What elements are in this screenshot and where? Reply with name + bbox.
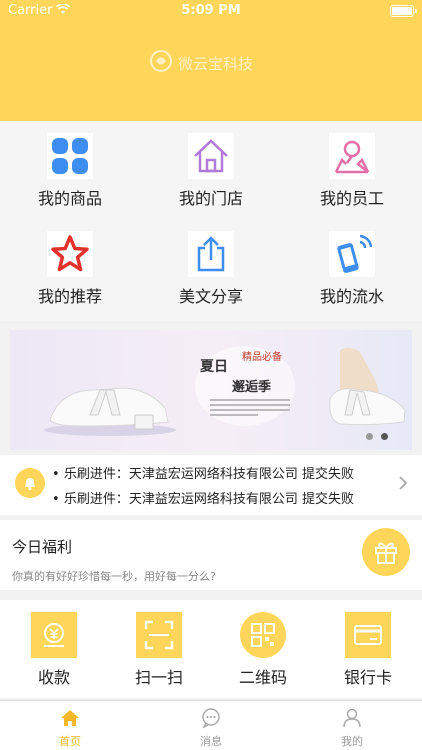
header: 微云宝科技 [0, 22, 422, 121]
tab-home[interactable]: 首页 [0, 707, 140, 749]
quick-action-scan[interactable]: 扫一扫 [107, 612, 211, 688]
quick-action-label: 收款 [37, 668, 70, 687]
quick-action-label: 二维码 [238, 668, 287, 687]
news-item[interactable]: • 乐刷进件：天津益宏运网络科技有限公司 提交失败 [52, 463, 372, 482]
tab-profile[interactable]: 我的 [282, 707, 422, 749]
quick-actions: 收款 扫一扫 二维码 银行卡 [0, 600, 422, 698]
brand-name: 微云宝科技 [178, 54, 254, 73]
promo-banner[interactable]: 夏日 精品必备 邂逅季 [10, 330, 412, 450]
message-icon [141, 707, 281, 729]
share-icon [188, 231, 234, 277]
grid-item-label: 我的商品 [37, 189, 102, 208]
home-icon [188, 133, 234, 179]
pager-dot-active[interactable] [381, 433, 388, 440]
grid-item-label: 美文分享 [178, 287, 243, 306]
bell-icon [15, 468, 45, 498]
banner-title: 夏日 [200, 359, 228, 375]
tab-label: 我的 [341, 735, 363, 748]
tab-messages[interactable]: 消息 [141, 707, 281, 749]
pager-dot[interactable] [366, 433, 373, 440]
grid-item-recommend[interactable]: 我的推荐 [0, 219, 140, 315]
news-text: 乐刷进件：天津益宏运网络科技有限公司 提交失败 [63, 467, 354, 482]
grid-item-cashflow[interactable]: 我的流水 [282, 219, 422, 315]
welfare-title: 今日福利 [12, 538, 73, 556]
quick-action-label: 银行卡 [343, 668, 392, 687]
user-icon [282, 707, 422, 729]
phone-signal-icon [329, 231, 375, 277]
news-text: 乐刷进件：天津益宏运网络科技有限公司 提交失败 [63, 492, 354, 507]
brand-logo-icon [150, 50, 172, 76]
tab-label: 消息 [200, 735, 222, 748]
welfare-subtitle: 你真的有好好珍惜每一秒，用好每一分么? [12, 570, 216, 583]
quick-action-label: 扫一扫 [134, 668, 183, 687]
grid-item-products[interactable]: 我的商品 [0, 121, 140, 217]
brand: 微云宝科技 [150, 50, 253, 76]
banner-pager[interactable] [366, 433, 388, 440]
grid-item-staff[interactable]: 我的员工 [282, 121, 422, 217]
battery-icon [390, 5, 417, 17]
quick-action-qrcode[interactable]: 二维码 [211, 612, 315, 688]
tab-label: 首页 [59, 735, 81, 748]
grid-item-stores[interactable]: 我的门店 [141, 121, 281, 217]
function-grid: 我的商品 我的门店 我的员工 我的推荐 美文分享 我的流水 [0, 121, 422, 321]
grid-item-label: 我的员工 [319, 189, 384, 208]
yuan-icon [31, 612, 77, 658]
news-item[interactable]: • 乐刷进件：天津益宏运网络科技有限公司 提交失败 [52, 488, 372, 507]
home-tab-icon [0, 707, 140, 729]
status-bar: Carrier 5:09 PM [0, 0, 422, 22]
news-ticker[interactable]: • 乐刷进件：天津益宏运网络科技有限公司 提交失败 • 乐刷进件：天津益宏运网络… [0, 455, 422, 515]
daily-welfare[interactable]: 今日福利 你真的有好好珍惜每一秒，用好每一分么? [0, 520, 422, 590]
grid-item-share[interactable]: 美文分享 [141, 219, 281, 315]
chevron-right-icon[interactable] [398, 475, 408, 495]
gift-icon[interactable] [362, 528, 410, 576]
banner-fine-print [210, 396, 290, 419]
banner-subtitle: 邂逅季 [232, 380, 272, 395]
quick-action-collect[interactable]: 收款 [2, 612, 106, 688]
banner-tag: 精品必备 [242, 352, 282, 363]
person-pin-icon [329, 133, 375, 179]
grid-item-label: 我的流水 [319, 287, 384, 306]
star-icon [47, 231, 93, 277]
grid-item-label: 我的门店 [178, 189, 243, 208]
scan-icon [136, 612, 182, 658]
tab-bar: 首页 消息 我的 [0, 700, 422, 750]
quick-action-bank-card[interactable]: 银行卡 [316, 612, 420, 688]
grid-icon [47, 133, 93, 179]
qrcode-icon [240, 612, 286, 658]
shoe-image-right [329, 347, 406, 426]
shoe-image-left [44, 387, 176, 436]
grid-item-label: 我的推荐 [37, 287, 102, 306]
bank-card-icon [345, 612, 391, 658]
status-time: 5:09 PM [181, 3, 241, 18]
